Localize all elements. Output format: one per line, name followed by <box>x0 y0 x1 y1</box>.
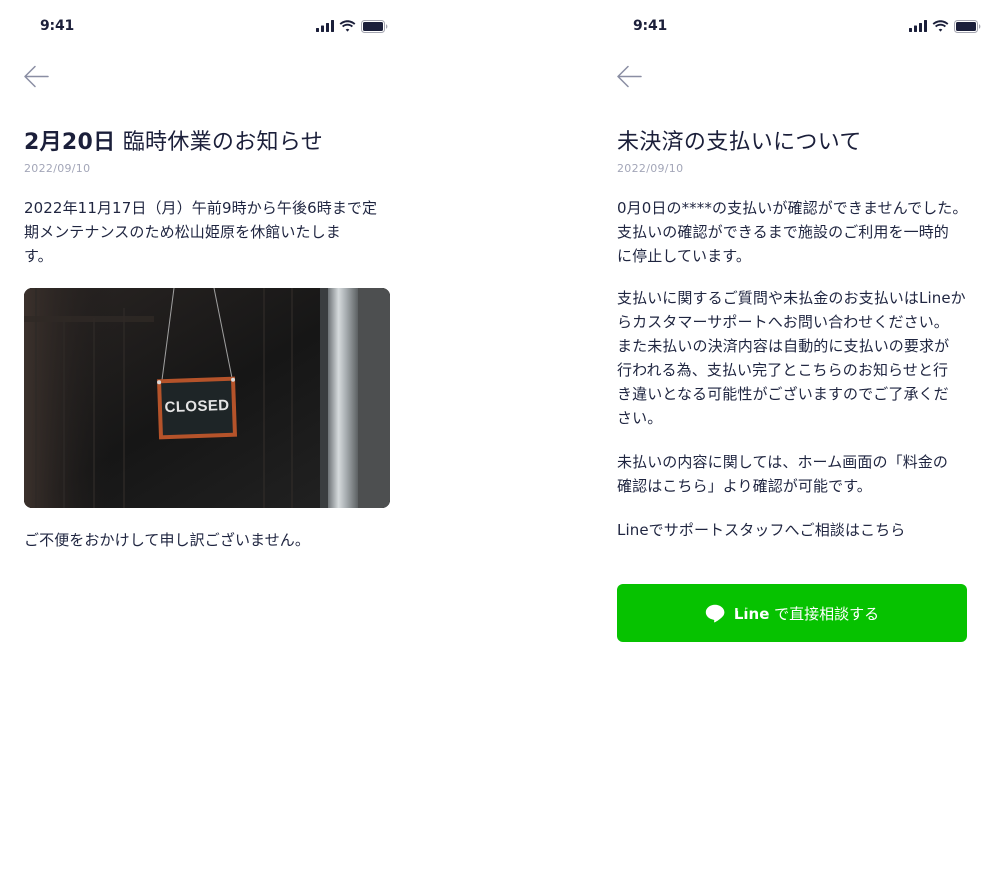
arrow-left-icon <box>617 65 642 88</box>
wifi-icon <box>932 20 949 32</box>
notice-screen: 9:41 2月20日 臨時休業のお知らせ 2022/09/10 2022年11月… <box>0 0 410 896</box>
cellular-signal-icon <box>909 20 927 32</box>
line-button-label: Line で直接相談する <box>733 604 880 623</box>
post-date: 2022/09/10 <box>617 162 684 175</box>
paragraph-line: また未払いの決済内容は自動的に支払いの要求が <box>617 337 950 355</box>
paragraph-line: 0月0日の****の支払いが確認ができませんでした。 <box>617 199 968 217</box>
paragraph-line: 支払いの確認ができるまで施設のご利用を一時的 <box>617 223 949 241</box>
closed-sign-text: CLOSED <box>164 396 230 417</box>
back-button[interactable] <box>615 64 645 90</box>
paragraph-line: 確認はこちら」より確認が可能です。 <box>617 477 872 495</box>
payment-paragraph-1: 0月0日の****の支払いが確認ができませんでした。 支払いの確認ができるまで施… <box>617 196 1003 268</box>
paragraph-line: き違いとなる可能性がございますのでご了承くだ <box>617 385 949 403</box>
paragraph-line: 支払いに関するご質問や未払金のお支払いはLineか <box>617 289 966 307</box>
paragraph-line: らカスタマーサポートへお問い合わせください。 <box>617 313 949 331</box>
line-icon-text: LINE <box>737 607 749 613</box>
line-support-text: Lineでサポートスタッフへご相談はこちら <box>617 521 906 539</box>
paragraph-line: 行われる為、支払い完了とこちらのお知らせと行 <box>617 361 949 379</box>
status-icons <box>316 18 388 34</box>
page-title: 未決済の支払いについて <box>617 130 862 155</box>
battery-icon <box>954 19 981 33</box>
payment-paragraph-3: 未払いの内容に関しては、ホーム画面の「料金の 確認はこちら」より確認が可能です。 <box>617 450 1003 498</box>
notice-body-line: す。 <box>24 247 53 265</box>
back-button[interactable] <box>22 64 52 90</box>
arrow-left-icon <box>24 65 49 88</box>
status-time: 9:41 <box>40 18 75 34</box>
notice-body: 2022年11月17日（月）午前9時から午後6時まで定 期メンテナンスのため松山… <box>24 196 377 268</box>
apology-text: ご不便をおかけして申し訳ございません。 <box>24 531 311 549</box>
line-chat-icon <box>705 604 725 622</box>
page-title: 2月20日 臨時休業のお知らせ <box>24 130 323 155</box>
closed-sign-photo: CLOSED <box>24 288 390 508</box>
notice-body-line: 2022年11月17日（月）午前9時から午後6時まで定 <box>24 199 378 217</box>
paragraph-line: さい。 <box>617 409 663 427</box>
line-consult-button[interactable]: LINE Line で直接相談する <box>617 584 967 642</box>
status-time: 9:41 <box>633 18 668 34</box>
cellular-signal-icon <box>316 20 334 32</box>
notice-body-line: 期メンテナンスのため松山姫原を休館いたしま <box>24 223 341 241</box>
wifi-icon <box>339 20 356 32</box>
post-date: 2022/09/10 <box>24 162 91 175</box>
paragraph-line: 未払いの内容に関しては、ホーム画面の「料金の <box>617 453 949 471</box>
payment-screen: 9:41 未決済の支払いについて 2022/09/10 0月0日の****の支払… <box>593 0 1007 896</box>
status-bar: 9:41 <box>0 0 410 52</box>
status-bar: 9:41 <box>593 0 1007 52</box>
payment-paragraph-2: 支払いに関するご質問や未払金のお支払いはLineか らカスタマーサポートへお問い… <box>617 286 1003 430</box>
paragraph-line: に停止しています。 <box>617 247 751 265</box>
status-icons <box>909 18 981 34</box>
battery-icon <box>361 19 388 33</box>
